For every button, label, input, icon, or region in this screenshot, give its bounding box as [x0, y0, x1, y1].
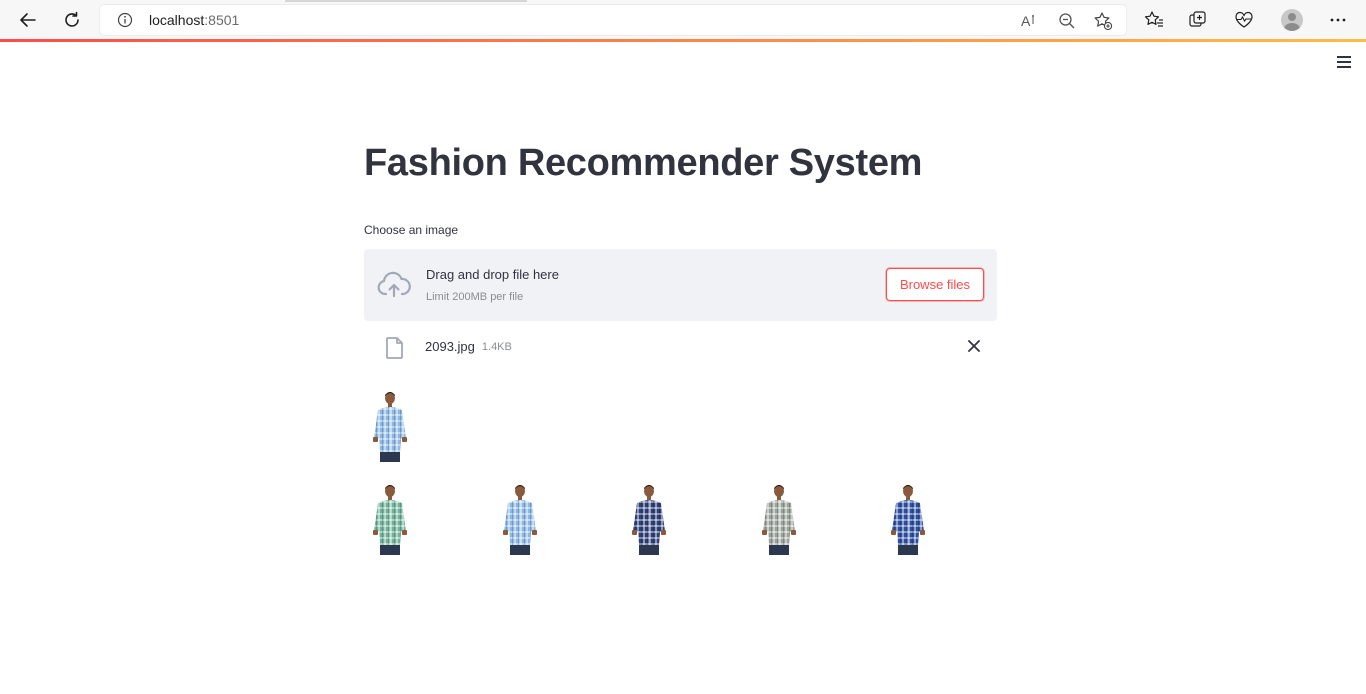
hamburger-menu-icon[interactable]: [1334, 53, 1354, 71]
add-favorite-icon[interactable]: [1093, 11, 1113, 31]
uploaded-file-size: 1.4KB: [481, 341, 512, 353]
collections-icon[interactable]: [1186, 8, 1210, 32]
refresh-icon[interactable]: [58, 6, 86, 34]
health-icon[interactable]: [1232, 8, 1256, 32]
file-dropzone[interactable]: Drag and drop file here Limit 200MB per …: [364, 249, 997, 321]
url-host: localhost: [149, 12, 205, 28]
tab-strip: [285, 0, 527, 2]
recommendation-image: [884, 483, 932, 555]
zoom-out-icon[interactable]: [1057, 11, 1077, 31]
query-image: [366, 390, 414, 462]
favorites-icon[interactable]: [1142, 8, 1166, 32]
app-decoration-bar: [0, 39, 1366, 42]
dropzone-instructions: Drag and drop file here: [426, 267, 559, 282]
close-icon[interactable]: [965, 337, 983, 355]
more-icon[interactable]: [1326, 8, 1350, 32]
page-title: Fashion Recommender System: [364, 142, 923, 184]
file-icon: [385, 336, 405, 360]
address-bar[interactable]: localhost:8501 A: [100, 5, 1126, 35]
profile-icon[interactable]: [1280, 8, 1304, 32]
recommendation-image: [625, 483, 673, 555]
back-icon[interactable]: [14, 6, 42, 34]
uploaded-file-row: 2093.jpg 1.4KB: [364, 332, 997, 362]
avatar: [1281, 9, 1303, 31]
dropzone-limit: Limit 200MB per file: [426, 291, 524, 303]
uploaded-file-name: 2093.jpg: [425, 339, 475, 354]
info-icon[interactable]: [117, 12, 133, 28]
uploader-label: Choose an image: [364, 223, 459, 237]
recommendation-image: [366, 483, 414, 555]
recommendation-image: [496, 483, 544, 555]
read-aloud-icon[interactable]: A: [1020, 11, 1040, 31]
browse-files-button[interactable]: Browse files: [886, 268, 984, 301]
url-text[interactable]: localhost:8501: [149, 12, 239, 28]
recommendation-image: [755, 483, 803, 555]
url-port: :8501: [204, 12, 240, 28]
browser-toolbar: localhost:8501 A: [0, 0, 1366, 39]
svg-text:A: A: [1021, 13, 1031, 29]
cloud-upload-icon: [377, 269, 411, 301]
